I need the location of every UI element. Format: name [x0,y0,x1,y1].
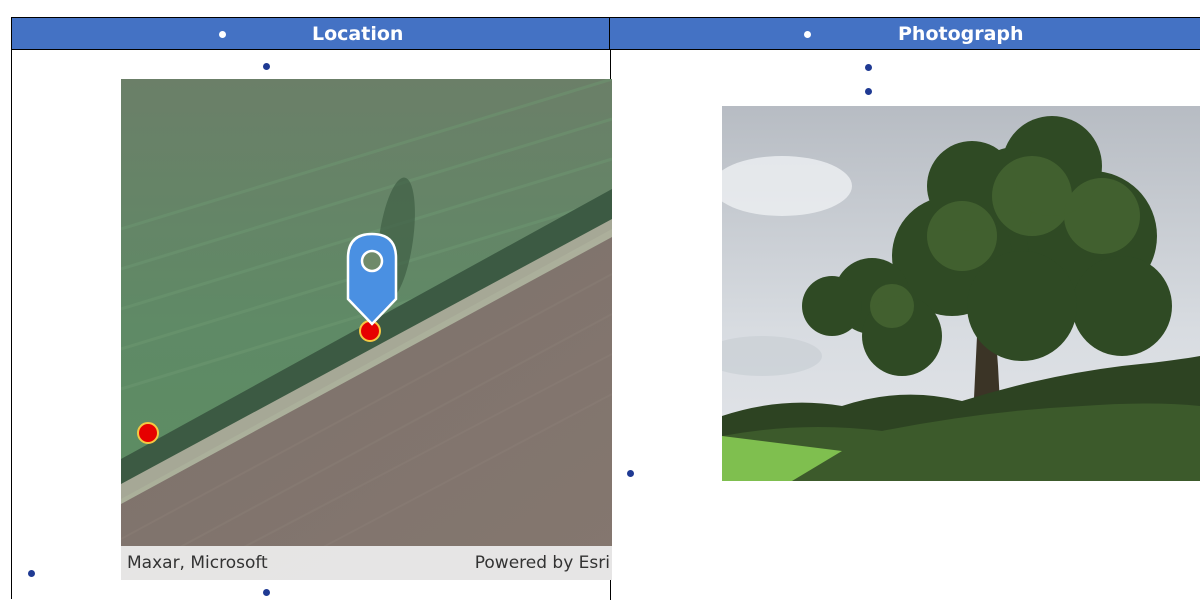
list-bullet [865,88,872,95]
satellite-imagery [121,79,612,580]
map-attribution: Maxar, Microsoft Powered by Esri [121,546,612,580]
header-cell-photograph: Photograph [610,18,1200,50]
list-bullet [263,63,270,70]
header-cell-location: Location [12,18,610,50]
column-header-location: Location [312,23,404,45]
header-bullet [219,31,226,38]
list-bullet [28,570,35,577]
header-bullet [804,31,811,38]
list-bullet [263,589,270,596]
tree-image [722,106,1200,481]
map-marker-icon[interactable] [345,231,399,327]
list-bullet [865,64,872,71]
tree-photograph [722,106,1200,481]
list-bullet [627,470,634,477]
map-attribution-source: Maxar, Microsoft [127,553,268,573]
column-header-photograph: Photograph [898,23,1024,45]
esri-credit-link[interactable]: Powered by Esri [475,546,610,580]
location-map[interactable]: Maxar, Microsoft Powered by Esri [121,79,612,580]
